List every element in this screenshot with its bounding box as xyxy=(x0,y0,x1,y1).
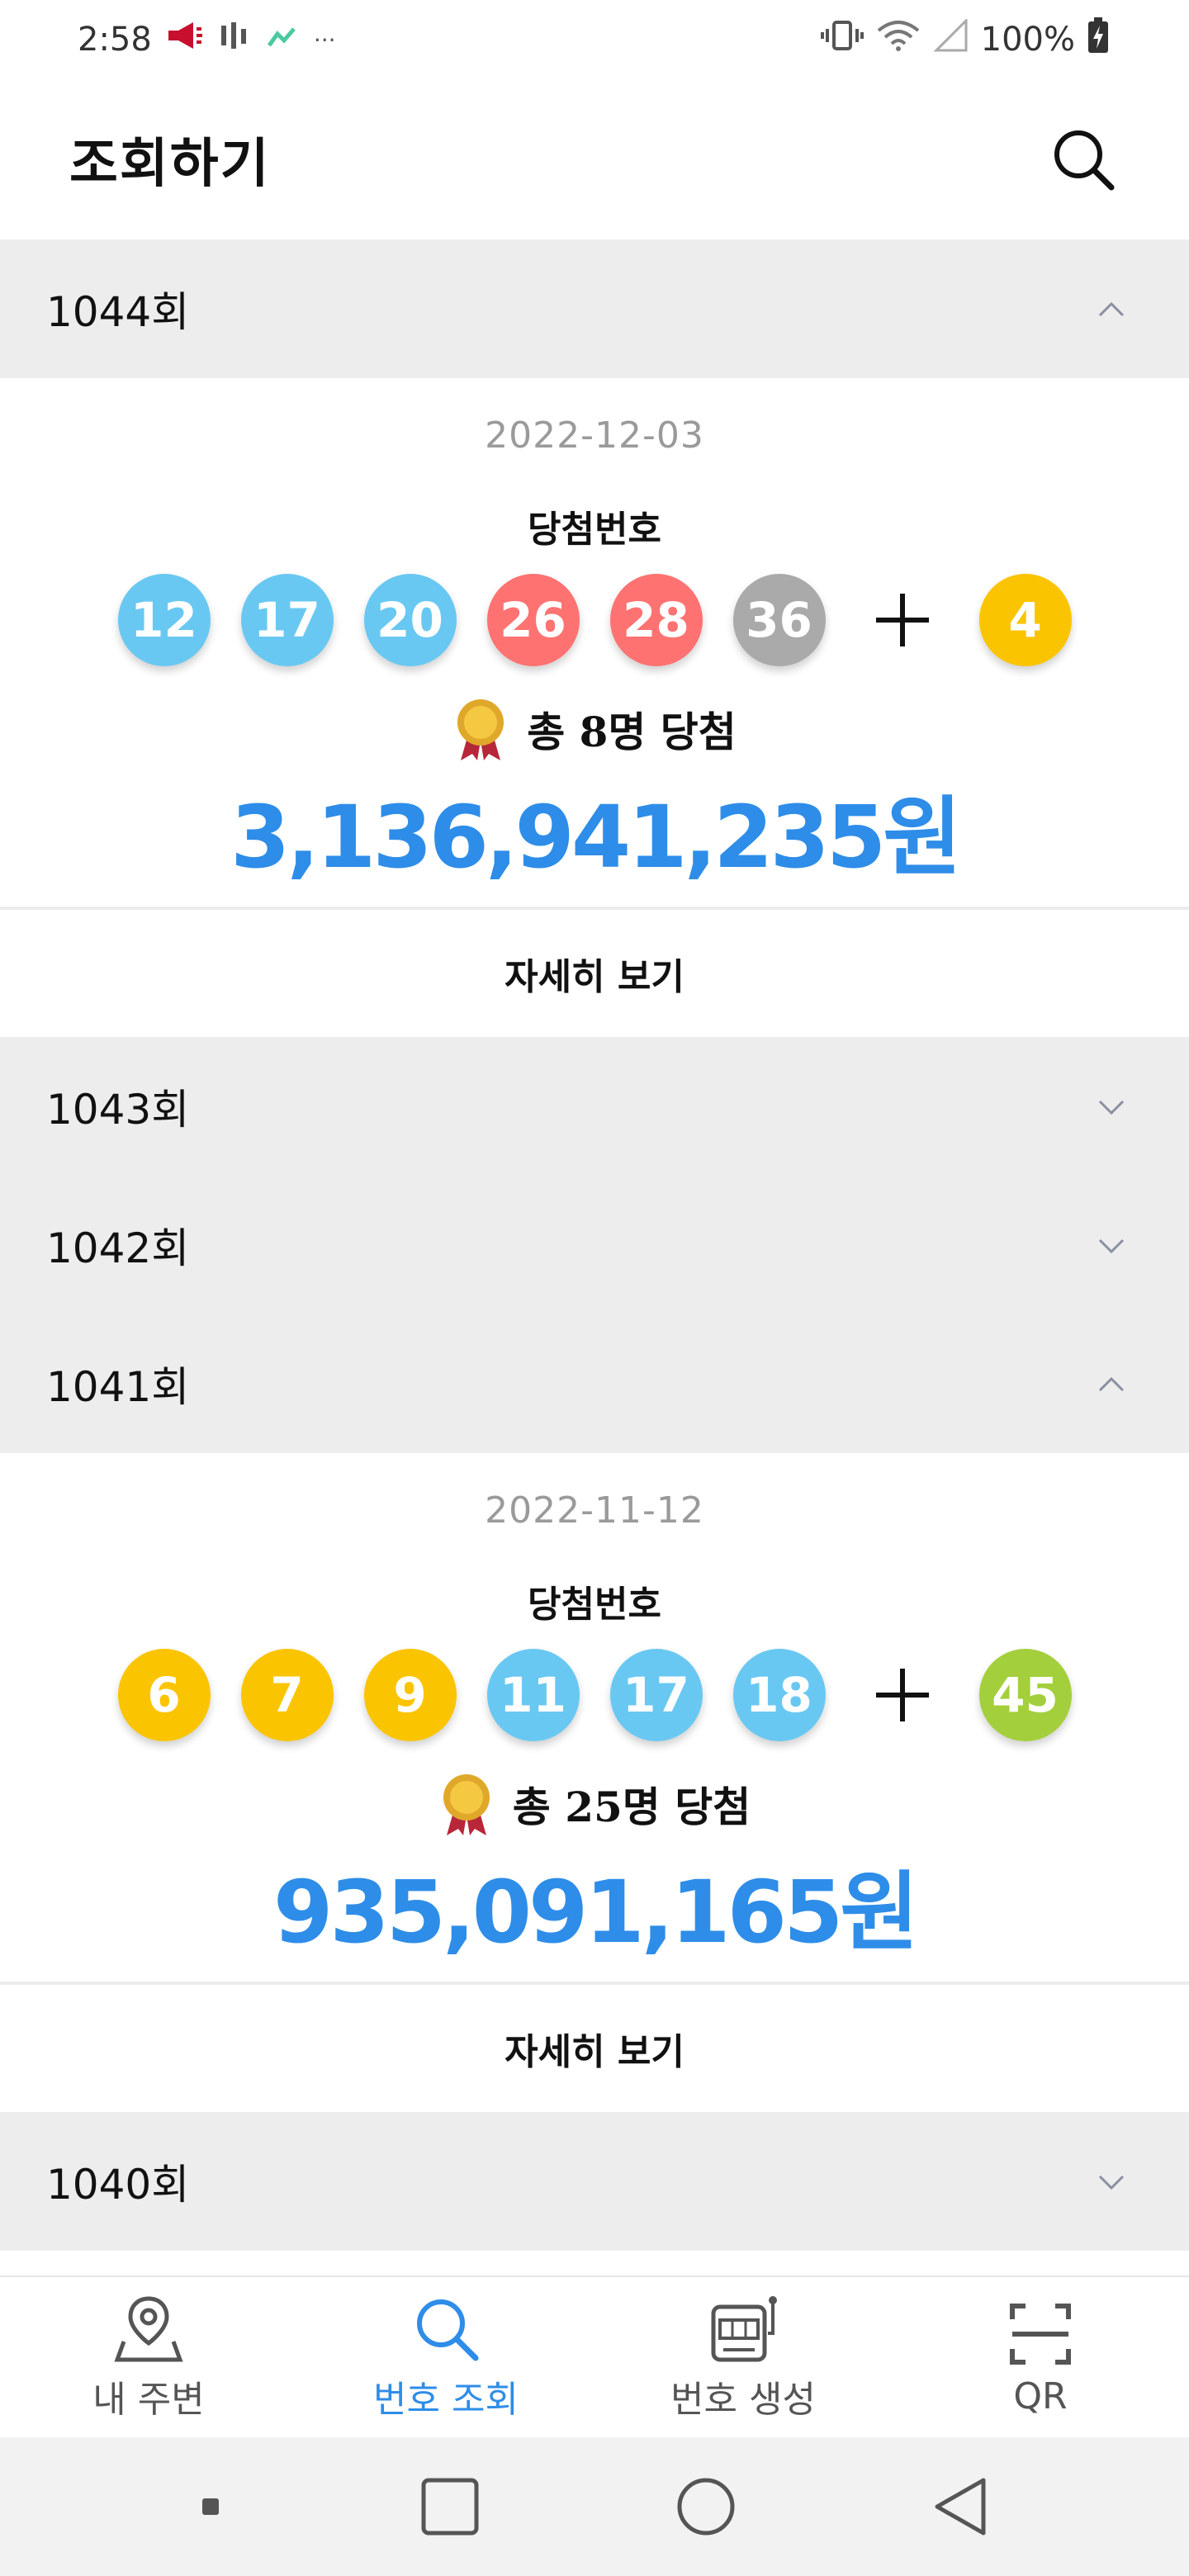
qr-scan-icon xyxy=(1010,2303,1071,2365)
round-label: 1042회 xyxy=(46,1224,190,1272)
number-ball: 12 xyxy=(117,574,211,666)
chevron-up-icon xyxy=(1098,1376,1125,1392)
number-ball: 28 xyxy=(609,574,703,666)
round-list: 1044회 2022-12-03 당첨번호 12 17 20 26 28 36 … xyxy=(0,239,1189,2251)
stock-chart-icon xyxy=(218,21,251,59)
app-notification-icon xyxy=(266,21,299,59)
chevron-up-icon xyxy=(1098,301,1125,317)
search-icon xyxy=(417,2299,479,2361)
bonus-ball: 4 xyxy=(978,574,1072,666)
number-ball: 17 xyxy=(240,574,334,666)
nav-item-generate[interactable]: 번호 생성 xyxy=(594,2277,892,2437)
status-bar: 2:58 ··· 100% xyxy=(0,0,1189,79)
search-button[interactable] xyxy=(1044,120,1123,199)
chevron-down-icon xyxy=(1098,1238,1125,1254)
plus-icon xyxy=(856,574,949,666)
signal-icon xyxy=(933,17,969,60)
more-notifications-icon: ··· xyxy=(313,26,336,54)
app-bar: 조회하기 xyxy=(0,79,1189,239)
round-label: 1040회 xyxy=(46,2161,190,2209)
search-icon xyxy=(1054,130,1115,191)
round-label: 1044회 xyxy=(46,288,190,336)
medal-icon xyxy=(443,1774,490,1835)
round-header-1042[interactable]: 1042회 xyxy=(0,1176,1189,1314)
winners-count: 총 25명 당첨 xyxy=(512,1783,751,1831)
menu-dot-icon[interactable] xyxy=(194,2490,227,2523)
status-right: 100% xyxy=(820,17,1110,62)
number-ball: 26 xyxy=(486,574,580,666)
number-ball: 20 xyxy=(363,574,457,666)
view-details-button[interactable]: 자세히 보기 xyxy=(0,907,1189,1037)
recent-apps-icon[interactable] xyxy=(417,2474,483,2540)
round-header-1040[interactable]: 1040회 xyxy=(0,2112,1189,2251)
status-time: 2:58 xyxy=(78,21,152,59)
number-ball: 9 xyxy=(363,1649,457,1741)
nav-label: 번호 생성 xyxy=(670,2379,816,2421)
winners-line: 총 8명 당첨 xyxy=(0,696,1189,762)
winning-numbers: 6 7 9 11 17 18 45 xyxy=(0,1649,1189,1741)
nav-item-search[interactable]: 번호 조회 xyxy=(297,2277,594,2437)
vibrate-icon xyxy=(820,19,864,60)
chevron-down-icon xyxy=(1098,2175,1125,2190)
round-detail-1044: 2022-12-03 당첨번호 12 17 20 26 28 36 4 총 8명… xyxy=(0,378,1189,1037)
back-icon[interactable] xyxy=(929,2474,995,2540)
bonus-ball: 45 xyxy=(978,1649,1072,1741)
battery-level: 100% xyxy=(980,21,1075,59)
number-ball: 6 xyxy=(117,1649,211,1741)
number-ball: 36 xyxy=(732,574,826,666)
page-title: 조회하기 xyxy=(69,134,271,195)
draw-date: 2022-12-03 xyxy=(485,414,704,457)
prize-amount: 935,091,165원 xyxy=(273,1862,919,1963)
medal-icon xyxy=(457,699,504,760)
round-header-1044[interactable]: 1044회 xyxy=(0,239,1189,378)
plus-icon xyxy=(856,1649,949,1741)
nav-label: QR xyxy=(1013,2375,1068,2417)
nav-item-nearby[interactable]: 내 주변 xyxy=(0,2277,297,2437)
view-details-button[interactable]: 자세히 보기 xyxy=(0,1982,1189,2112)
map-pin-icon xyxy=(114,2296,183,2362)
chevron-down-icon xyxy=(1098,1100,1125,1115)
nav-label: 내 주변 xyxy=(92,2379,205,2421)
round-header-1041[interactable]: 1041회 xyxy=(0,1314,1189,1453)
number-ball: 7 xyxy=(240,1649,334,1741)
bottom-nav: 내 주변 번호 조회 번호 생성 QR xyxy=(0,2275,1189,2437)
round-label: 1043회 xyxy=(46,1086,190,1134)
megaphone-icon xyxy=(167,21,203,59)
round-label: 1041회 xyxy=(46,1363,190,1411)
round-header-1043[interactable]: 1043회 xyxy=(0,1037,1189,1176)
winning-numbers: 12 17 20 26 28 36 4 xyxy=(0,574,1189,666)
winning-numbers-label: 당첨번호 xyxy=(528,1584,661,1626)
nav-item-qr[interactable]: QR xyxy=(892,2277,1189,2437)
winning-numbers-label: 당첨번호 xyxy=(528,509,661,551)
wifi-icon xyxy=(875,19,921,60)
prize-amount: 3,136,941,235원 xyxy=(230,787,962,888)
home-icon[interactable] xyxy=(673,2474,739,2540)
winners-line: 총 25명 당첨 xyxy=(0,1771,1189,1837)
number-ball: 18 xyxy=(732,1649,826,1741)
number-ball: 17 xyxy=(609,1649,703,1741)
draw-date: 2022-11-12 xyxy=(485,1489,704,1532)
slot-machine-icon xyxy=(711,2296,777,2362)
system-nav-bar xyxy=(0,2437,1189,2576)
nav-label: 번호 조회 xyxy=(373,2379,519,2421)
status-left: 2:58 ··· xyxy=(78,21,336,59)
battery-charging-icon xyxy=(1087,17,1110,62)
number-ball: 11 xyxy=(486,1649,580,1741)
winners-count: 총 8명 당첨 xyxy=(527,708,737,756)
round-detail-1041: 2022-11-12 당첨번호 6 7 9 11 17 18 45 총 25명 … xyxy=(0,1453,1189,2112)
